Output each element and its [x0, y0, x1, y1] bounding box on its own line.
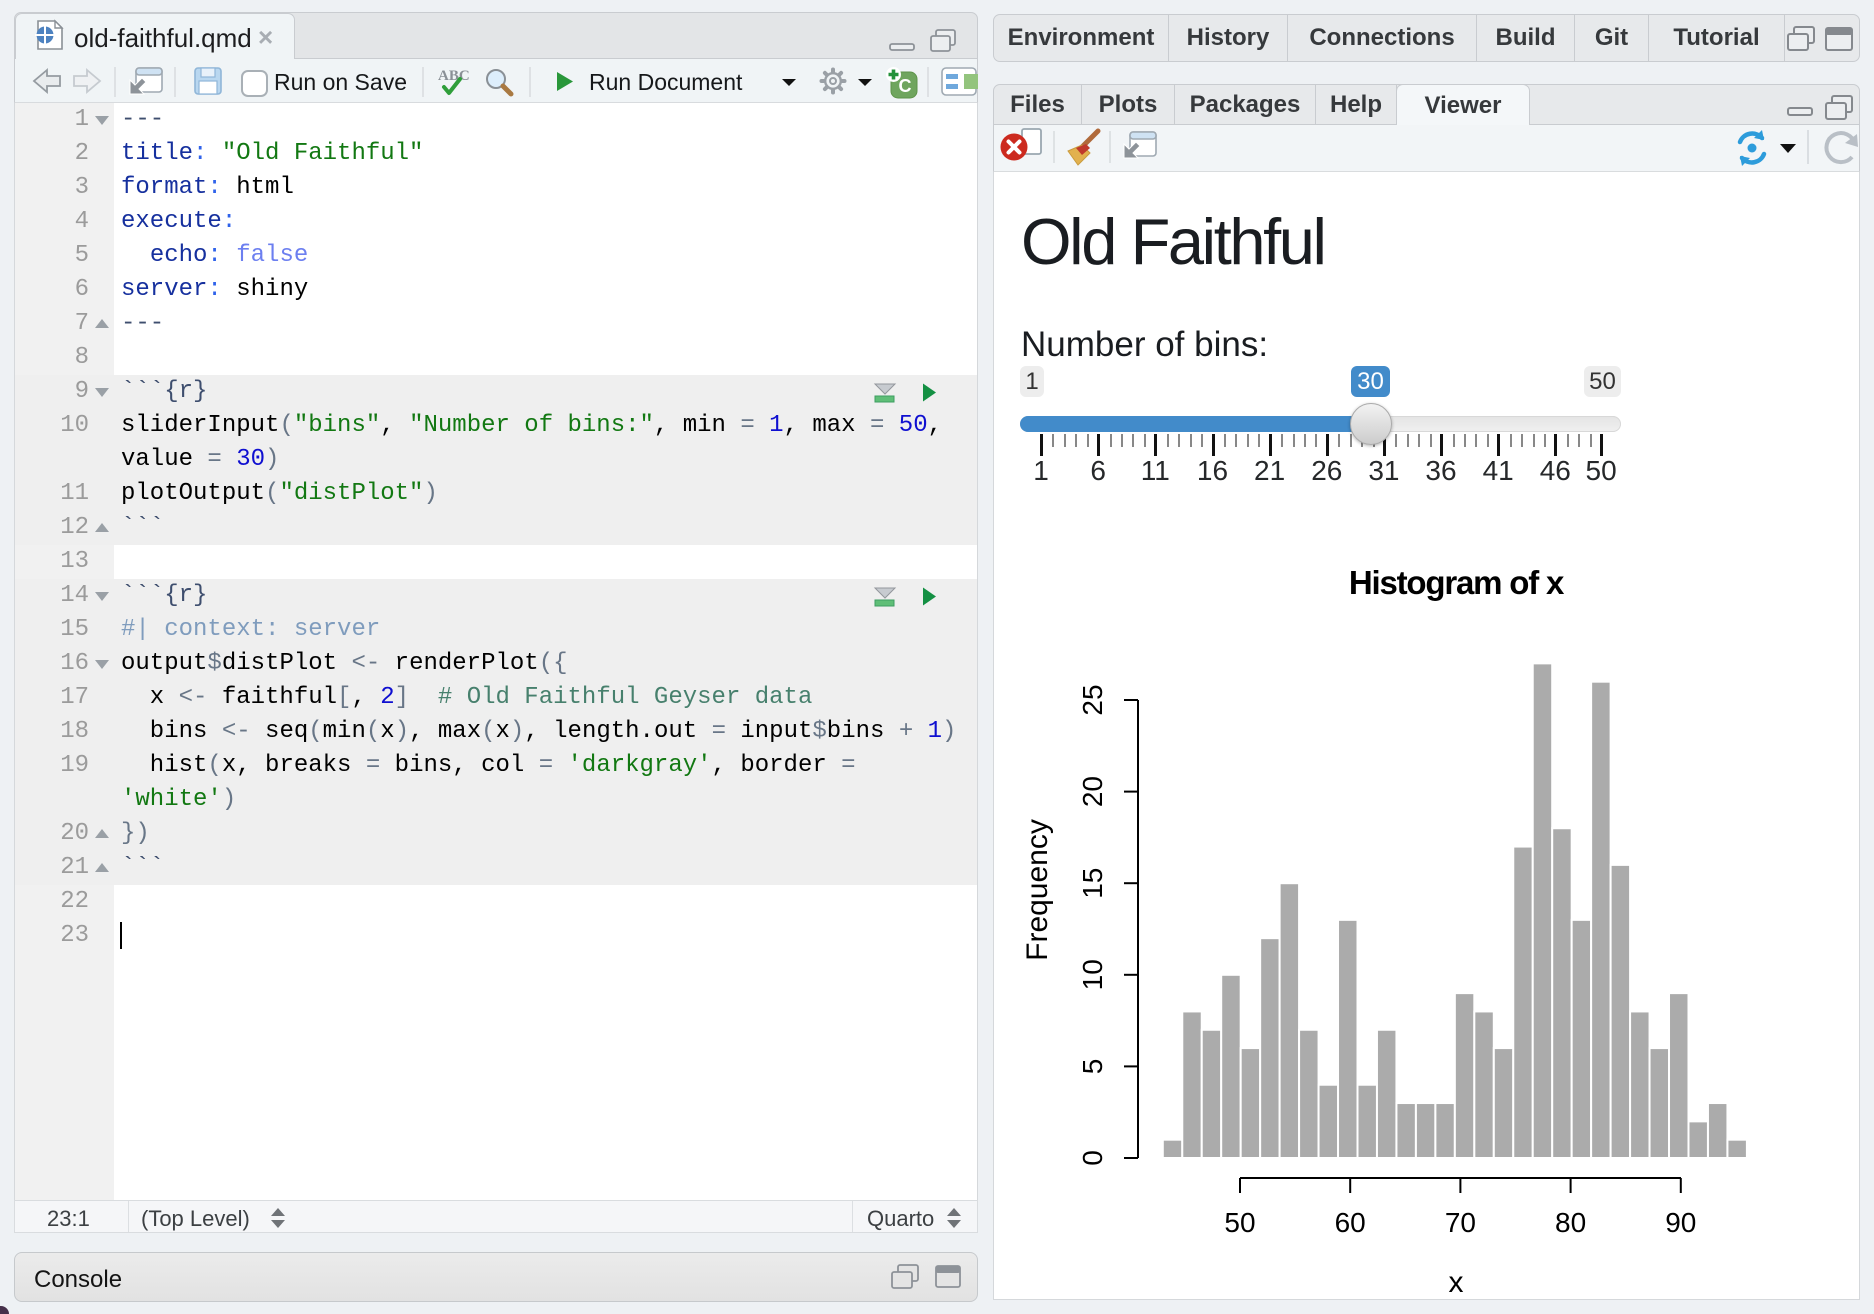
svg-text:Frequency: Frequency	[1021, 819, 1054, 961]
svg-text:0: 0	[1077, 1150, 1108, 1166]
svg-text:70: 70	[1445, 1207, 1476, 1238]
svg-text:90: 90	[1665, 1207, 1696, 1238]
svg-text:5: 5	[1077, 1059, 1108, 1075]
svg-text:80: 80	[1555, 1207, 1586, 1238]
svg-text:x: x	[1449, 1266, 1464, 1295]
svg-text:C: C	[899, 76, 912, 96]
svg-text:20: 20	[1077, 776, 1108, 807]
svg-text:15: 15	[1077, 868, 1108, 899]
svg-text:60: 60	[1335, 1207, 1366, 1238]
svg-text:10: 10	[1077, 959, 1108, 990]
svg-text:Histogram of x: Histogram of x	[1349, 564, 1565, 601]
svg-text:ABC: ABC	[438, 68, 470, 84]
svg-text:50: 50	[1224, 1207, 1255, 1238]
svg-text:25: 25	[1077, 684, 1108, 715]
